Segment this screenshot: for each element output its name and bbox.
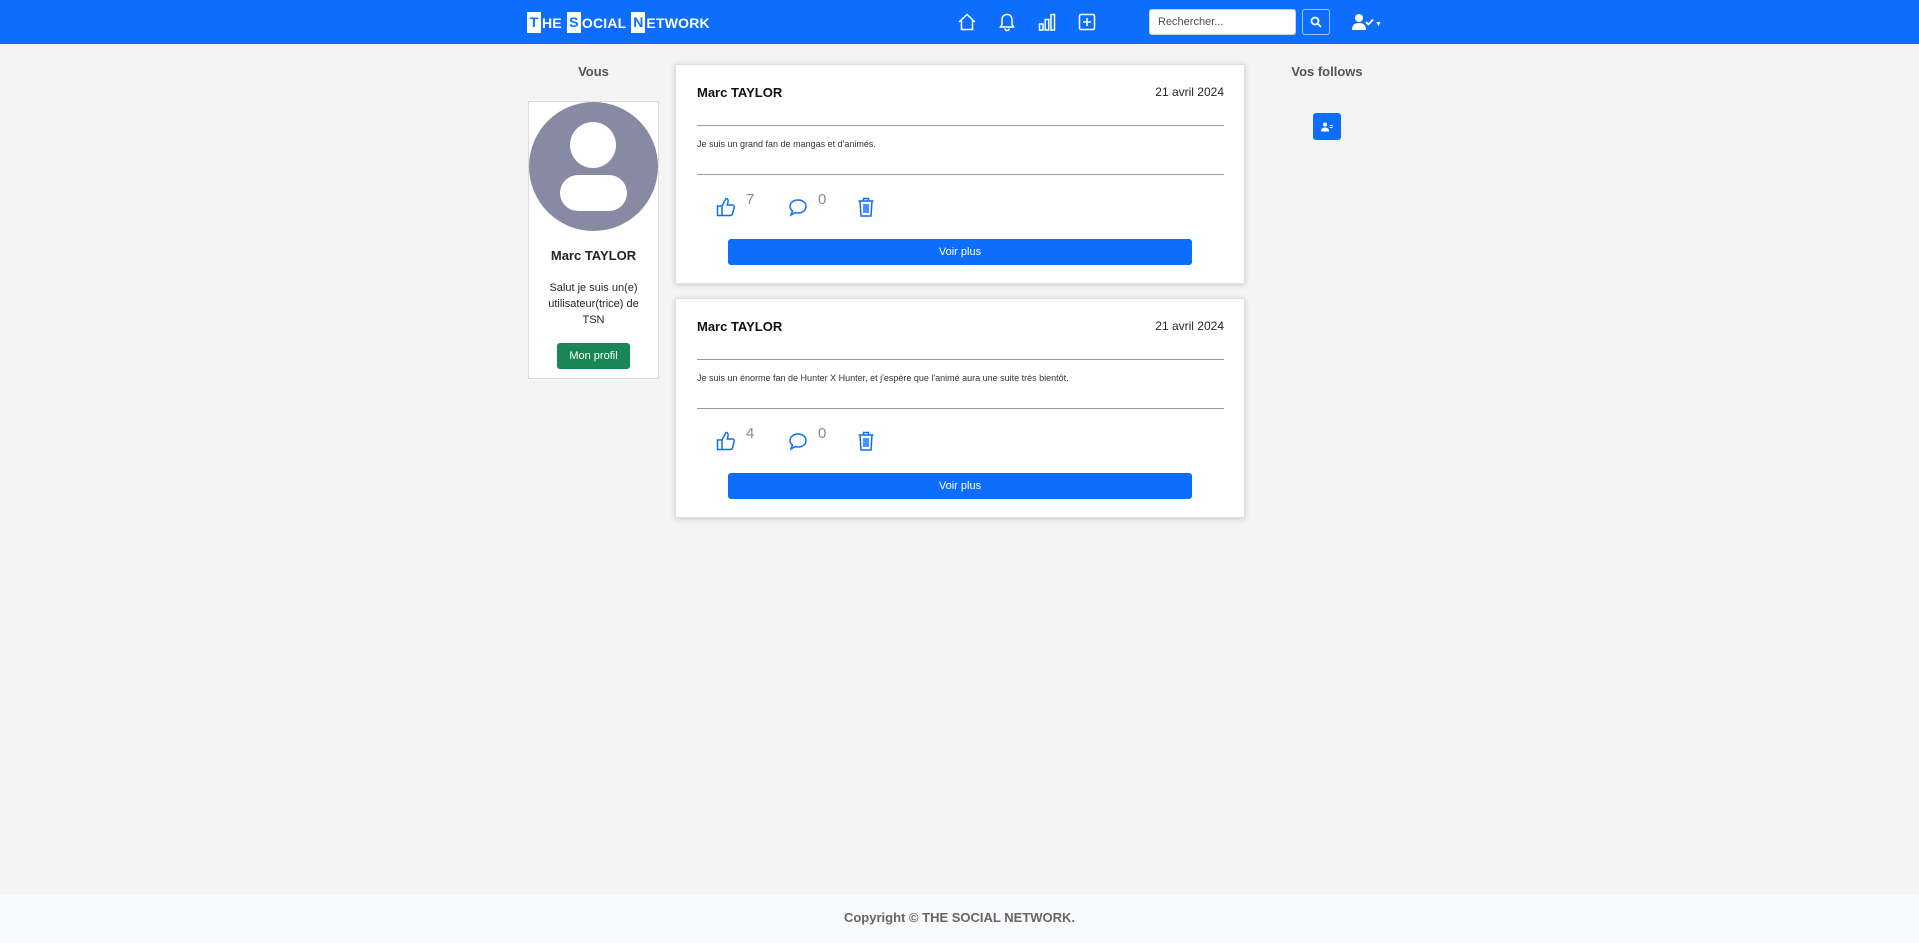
thumbs-up-icon — [716, 431, 736, 451]
profile-card: Marc TAYLOR Salut je suis un(e) utilisat… — [528, 101, 659, 379]
brand-word: OCIAL — [581, 14, 627, 31]
user-check-icon — [1352, 14, 1374, 30]
user-menu-toggle[interactable]: ▼ — [1352, 12, 1382, 32]
bell-icon[interactable] — [996, 11, 1018, 33]
comment-icon — [789, 433, 807, 451]
comment-icon — [789, 199, 807, 217]
like-button[interactable]: 7 — [716, 192, 754, 218]
trash-icon — [858, 431, 874, 451]
follows-button[interactable] — [1313, 113, 1341, 140]
home-icon[interactable] — [956, 11, 978, 33]
right-column-title: Vos follows — [1291, 64, 1363, 79]
search-button[interactable] — [1302, 9, 1330, 35]
comment-button[interactable]: 0 — [788, 192, 826, 218]
brand-cap: S — [566, 12, 581, 33]
profile-name: Marc TAYLOR — [550, 248, 637, 263]
left-column-title: Vous — [578, 64, 609, 79]
add-post-icon[interactable] — [1076, 11, 1098, 33]
post-divider — [697, 359, 1224, 360]
post-author[interactable]: Marc TAYLOR — [697, 319, 782, 334]
my-profile-button[interactable]: Mon profil — [557, 343, 630, 369]
footer: Copyright © THE SOCIAL NETWORK. — [0, 895, 1919, 943]
avatar — [529, 102, 658, 231]
thumbs-up-icon — [716, 197, 736, 217]
post-divider — [697, 125, 1224, 126]
post-author[interactable]: Marc TAYLOR — [697, 85, 782, 100]
brand-word: ETWORK — [646, 14, 710, 31]
like-button[interactable]: 4 — [716, 426, 754, 452]
bar-chart-icon[interactable] — [1036, 11, 1058, 33]
brand-cap: N — [631, 12, 646, 33]
search-input[interactable] — [1149, 9, 1296, 35]
brand-cap: T — [527, 12, 541, 33]
search-icon — [1310, 16, 1322, 28]
post-card: Marc TAYLOR 21 avril 2024 Je suis un éno… — [675, 298, 1245, 518]
post-divider — [697, 408, 1224, 409]
comment-button[interactable]: 0 — [788, 426, 826, 452]
post-content: Je suis un grand fan de mangas et d'anim… — [697, 139, 876, 149]
see-more-button[interactable]: Voir plus — [728, 239, 1192, 265]
profile-bio: Salut je suis un(e) utilisateur(trice) d… — [548, 282, 639, 326]
brand-word: HE — [542, 14, 562, 31]
top-navbar: THE SOCIAL NETWORK ▼ — [0, 0, 1919, 44]
like-count: 4 — [746, 425, 755, 442]
post-date: 21 avril 2024 — [1155, 85, 1224, 99]
post-content: Je suis un énorme fan de Hunter X Hunter… — [697, 373, 1069, 383]
like-count: 7 — [746, 191, 755, 208]
delete-button[interactable] — [856, 426, 876, 452]
post-date: 21 avril 2024 — [1155, 319, 1224, 333]
chevron-down-icon: ▼ — [1375, 20, 1382, 28]
comment-count: 0 — [818, 191, 827, 208]
copyright-text: Copyright © THE SOCIAL NETWORK. — [843, 910, 1076, 925]
post-divider — [697, 174, 1224, 175]
post-card: Marc TAYLOR 21 avril 2024 Je suis un gra… — [675, 64, 1245, 284]
delete-button[interactable] — [856, 192, 876, 218]
brand-logo[interactable]: T HE S OCIAL N ETWORK — [527, 12, 715, 33]
nav-icon-group — [956, 11, 1116, 33]
users-icon — [1321, 122, 1333, 131]
see-more-button[interactable]: Voir plus — [728, 473, 1192, 499]
trash-icon — [858, 197, 874, 217]
comment-count: 0 — [818, 425, 827, 442]
